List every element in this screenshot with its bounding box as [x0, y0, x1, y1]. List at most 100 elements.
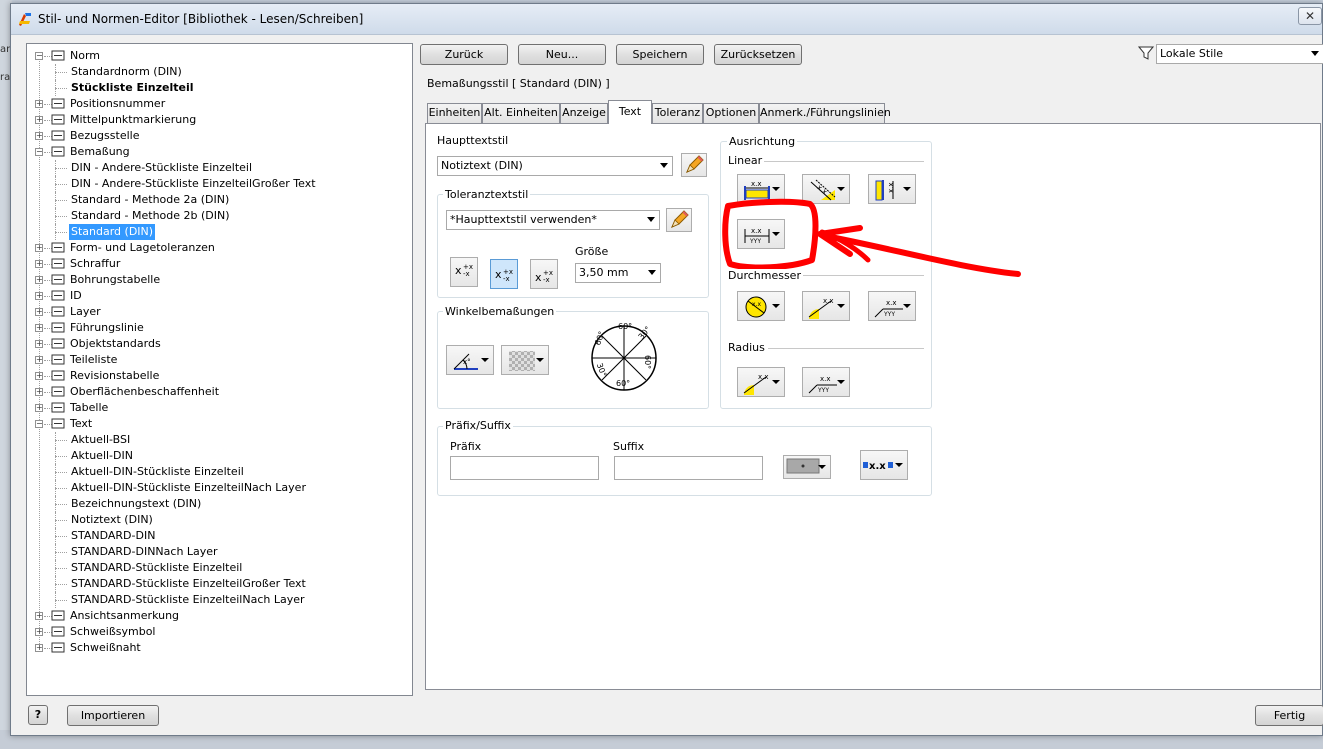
edit-main-text-style-button[interactable]: [681, 153, 707, 177]
chevron-down-icon: [772, 187, 780, 191]
expand-icon[interactable]: +: [35, 388, 43, 396]
leader-icon: [51, 321, 65, 334]
tree-label: Aktuell-DIN: [71, 449, 133, 462]
linear-tolerance-button[interactable]: x.x YYY: [737, 219, 785, 249]
tree-label: Standardnorm (DIN): [71, 65, 182, 78]
dial-label: 60°: [616, 379, 630, 388]
expand-icon[interactable]: +: [35, 292, 43, 300]
datum-icon: [51, 129, 65, 142]
style-tree[interactable]: − Norm Standardnorm (DIN) Stückliste Einzel…: [26, 43, 413, 696]
radius-tolerance-button[interactable]: x.x YYY: [802, 367, 850, 397]
tab-7[interactable]: Anmerk./Führungslinien: [759, 103, 891, 123]
linear-text-above-button[interactable]: x.x: [737, 174, 785, 204]
tab-4[interactable]: Text: [608, 100, 652, 124]
new-button[interactable]: Neu...: [518, 44, 606, 65]
alignment-group-label: Ausrichtung: [727, 135, 798, 148]
help-icon: ?: [34, 708, 42, 721]
collapse-icon[interactable]: −: [35, 148, 43, 156]
help-button[interactable]: ?: [28, 705, 48, 725]
expand-icon[interactable]: +: [35, 612, 43, 620]
tolerance-style-value: *Haupttextstil verwenden*: [450, 213, 597, 226]
expand-icon[interactable]: +: [35, 244, 43, 252]
tolerance-center-icon: x +x -x: [495, 268, 513, 283]
style-filter-select[interactable]: Lokale Stile: [1156, 44, 1323, 64]
text-icon: [51, 417, 65, 430]
linear-text-aligned-button[interactable]: x.x: [802, 174, 850, 204]
done-button[interactable]: Fertig: [1255, 705, 1323, 726]
tolerance-center-button[interactable]: x +x -x: [490, 259, 518, 289]
tree-label: Revisionstabelle: [70, 369, 160, 382]
suffix-label: Suffix: [613, 440, 645, 453]
diameter-tolerance-button[interactable]: x.x YYY: [868, 291, 916, 321]
tab-2[interactable]: Alt. Einheiten: [482, 103, 560, 123]
main-text-style-select[interactable]: Notiztext (DIN): [437, 156, 673, 176]
expand-icon[interactable]: +: [35, 116, 43, 124]
chevron-down-icon: [818, 465, 826, 469]
tolerance-bottom-button[interactable]: x +x -x: [530, 259, 558, 289]
collapse-icon[interactable]: −: [35, 52, 43, 60]
chevron-down-icon: [772, 380, 780, 384]
chevron-down-icon: [647, 217, 655, 222]
expand-icon[interactable]: +: [35, 340, 43, 348]
tree-guide-line: [55, 520, 67, 521]
import-button[interactable]: Importieren: [67, 705, 159, 726]
svg-text:-x: -x: [503, 275, 510, 283]
expand-icon[interactable]: +: [35, 276, 43, 284]
close-button[interactable]: ✕: [1298, 7, 1322, 25]
revtable-icon: [51, 369, 65, 382]
tab-5[interactable]: Toleranz: [652, 103, 703, 123]
reset-button[interactable]: Zurücksetzen: [714, 44, 802, 65]
filter-icon: [1138, 46, 1154, 60]
expand-icon[interactable]: +: [35, 132, 43, 140]
expand-icon[interactable]: +: [35, 372, 43, 380]
size-select[interactable]: 3,50 mm: [575, 263, 661, 283]
weldbead-icon: [51, 641, 65, 654]
edit-tolerance-style-button[interactable]: [666, 208, 692, 232]
symbol-insert-button[interactable]: [783, 455, 831, 479]
angle-text-orientation-button[interactable]: x°: [446, 345, 494, 375]
tab-6[interactable]: Optionen: [703, 103, 759, 123]
angle-dial-diagram: 60° 30° 60° 60° 30° 60°: [591, 322, 657, 391]
tolerance-style-select[interactable]: *Haupttextstil verwenden*: [446, 210, 660, 230]
expand-icon[interactable]: +: [35, 324, 43, 332]
linear-text-aligned-icon: x.x: [810, 179, 836, 201]
tree-guide-line: [55, 472, 67, 473]
main-text-style-value: Notiztext (DIN): [441, 159, 523, 172]
tree-guide-line: [55, 72, 67, 73]
partslist-icon: [51, 353, 65, 366]
save-button[interactable]: Speichern: [616, 44, 704, 65]
chevron-down-icon: [903, 304, 911, 308]
suffix-input[interactable]: [614, 456, 763, 480]
tree-guide-line: [55, 440, 67, 441]
expand-icon[interactable]: +: [35, 404, 43, 412]
diameter-leader-button[interactable]: x.x: [802, 291, 850, 321]
back-button[interactable]: Zurück: [420, 44, 508, 65]
tree-label: Bemaßung: [70, 145, 130, 158]
expand-icon[interactable]: +: [35, 100, 43, 108]
expand-icon[interactable]: +: [35, 644, 43, 652]
angle-fill-button[interactable]: [501, 345, 549, 375]
size-label: Größe: [575, 245, 609, 258]
radius-leader-button[interactable]: x.x: [737, 367, 785, 397]
collapse-icon[interactable]: −: [35, 420, 43, 428]
text-format-button[interactable]: x.x: [860, 450, 908, 480]
tab-3[interactable]: Anzeige: [560, 103, 608, 123]
expand-icon[interactable]: +: [35, 260, 43, 268]
prefix-suffix-group-label: Präfix/Suffix: [443, 419, 513, 432]
tree-guide-line: [55, 456, 67, 457]
tree-guide-line: [55, 88, 67, 89]
expand-icon[interactable]: +: [35, 628, 43, 636]
tree-label: Aktuell-BSI: [71, 433, 131, 446]
diameter-inside-button[interactable]: x.x: [737, 291, 785, 321]
holetable-icon: [51, 273, 65, 286]
tree-label: STANDARD-DIN: [71, 529, 156, 542]
diameter-separator: [798, 275, 924, 276]
linear-text-vertical-button[interactable]: x.x: [868, 174, 916, 204]
tab-1[interactable]: Einheiten: [427, 103, 482, 123]
tree-guide-line: [39, 56, 40, 648]
tolerance-stacked-button[interactable]: x +x -x: [450, 257, 478, 287]
prefix-input[interactable]: [450, 456, 599, 480]
expand-icon[interactable]: +: [35, 308, 43, 316]
tree-label: Oberflächenbeschaffenheit: [70, 385, 220, 398]
expand-icon[interactable]: +: [35, 356, 43, 364]
